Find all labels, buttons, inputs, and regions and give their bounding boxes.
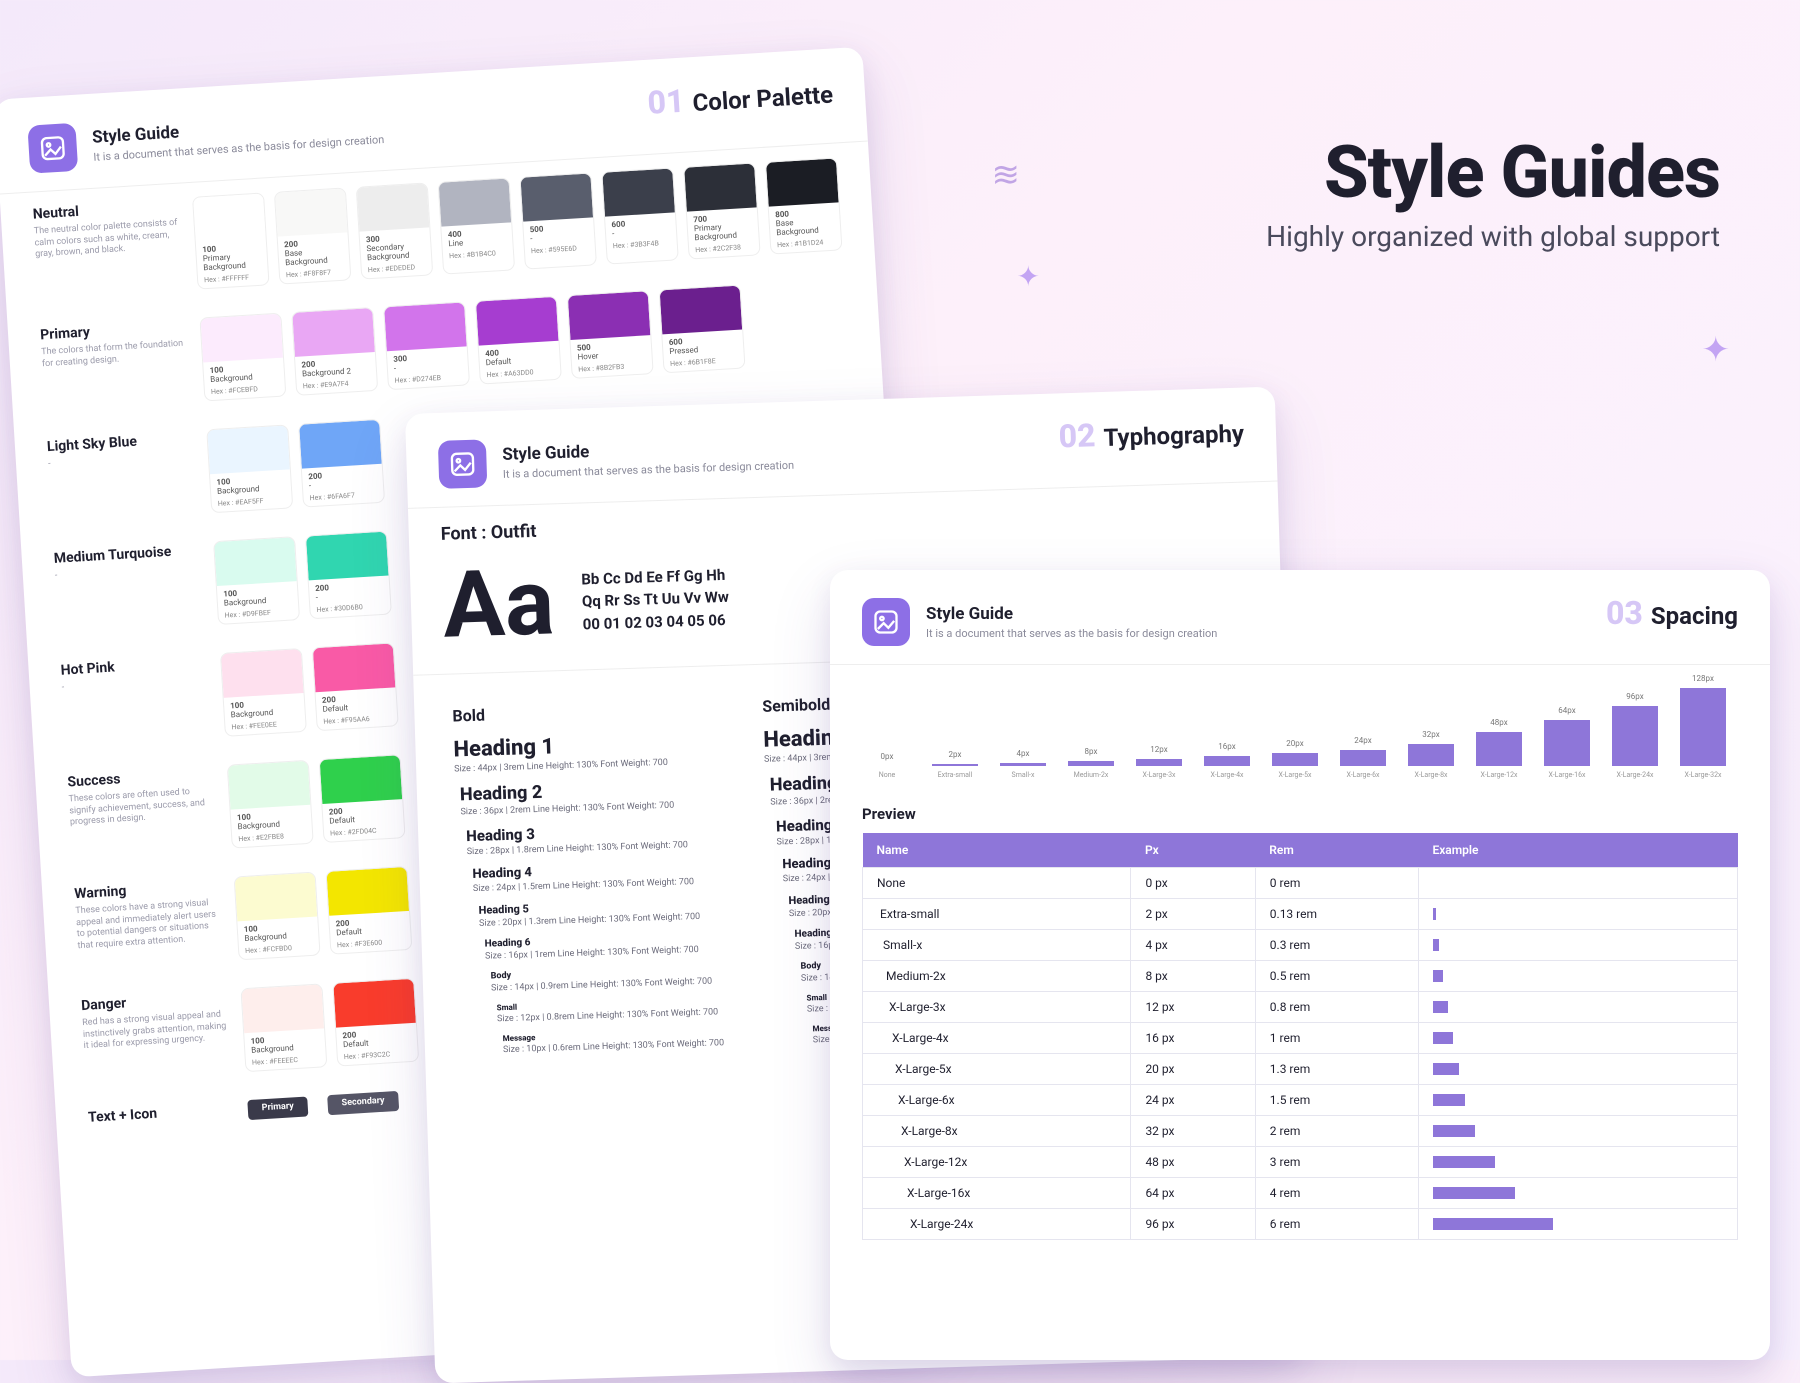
palette-desc: The colors that form the foundation for … <box>41 338 192 370</box>
spacing-bar: 96pxX-Large-24x <box>1610 692 1660 779</box>
type-scale-item: Heading 2Size : 36px | 2rem Line Height:… <box>455 776 720 817</box>
spacing-bar: 32pxX-Large-8x <box>1406 730 1456 779</box>
table-row: X-Large-16x64 px4 rem <box>863 1178 1738 1209</box>
spacing-bar: 0pxNone <box>862 752 912 779</box>
table-row: Small-x4 px0.3 rem <box>863 930 1738 961</box>
table-row: X-Large-3x12 px0.8 rem <box>863 992 1738 1023</box>
spacing-bar: 24pxX-Large-6x <box>1338 736 1388 779</box>
spacing-card: Style Guide It is a document that serves… <box>830 570 1770 1360</box>
color-swatch: 200Base BackgroundHex : #F8F8F7 <box>274 187 352 284</box>
table-row: X-Large-4x16 px1 rem <box>863 1023 1738 1054</box>
column-header: Px <box>1131 833 1255 868</box>
color-swatch: 200DefaultHex : #F3E600 <box>325 866 412 955</box>
specimen-aa: Aa <box>441 549 555 659</box>
table-row: X-Large-6x24 px1.5 rem <box>863 1085 1738 1116</box>
color-swatch: 400LineHex : #B1B4C0 <box>438 177 516 274</box>
spacing-bar: 20pxX-Large-5x <box>1270 739 1320 779</box>
spacing-table: NamePxRemExample None0 px0 remExtra-smal… <box>862 833 1738 1240</box>
page-label: Typhography <box>1103 420 1244 452</box>
spacing-bar: 48pxX-Large-12x <box>1474 718 1524 779</box>
app-icon <box>862 598 910 646</box>
column-header: Name <box>863 833 1131 868</box>
table-row: X-Large-5x20 px1.3 rem <box>863 1054 1738 1085</box>
page-label: Spacing <box>1651 602 1738 630</box>
spacing-bar: 16pxX-Large-4x <box>1202 742 1252 779</box>
color-swatch: 600-Hex : #3B3F4B <box>601 167 679 264</box>
color-swatch: 300Secondary BackgroundHex : #EDEDED <box>356 182 434 279</box>
color-swatch: 700Primary BackgroundHex : #2C2F38 <box>683 162 761 259</box>
table-row: X-Large-24x96 px6 rem <box>863 1209 1738 1240</box>
type-scale-item: MessageSize : 10px | 0.6rem Line Height:… <box>463 1027 728 1056</box>
palette-desc: These colors have a strong visual appeal… <box>75 897 228 953</box>
column-header: Example <box>1418 833 1737 868</box>
sparkle-icon: ✦ <box>1702 330 1731 370</box>
table-row: None0 px0 rem <box>863 868 1738 899</box>
tone-button: Primary <box>247 1096 308 1120</box>
table-row: Extra-small2 px0.13 rem <box>863 899 1738 930</box>
color-swatch: 200DefaultHex : #F95AA6 <box>312 642 399 731</box>
wave-decoration: ≋ <box>992 155 1021 195</box>
page-number: 03 <box>1606 594 1643 632</box>
spacing-bar: 4pxSmall-x <box>998 749 1048 779</box>
color-swatch: 100BackgroundHex : #FEEEEC <box>240 983 327 1072</box>
type-scale-item: Heading 5Size : 20px | 1.3rem Line Heigh… <box>458 896 723 929</box>
spacing-bar: 2pxExtra-small <box>930 750 980 779</box>
color-swatch: 100Primary BackgroundHex : #FFFFFF <box>192 192 270 289</box>
color-swatch: 500-Hex : #595E6D <box>519 172 597 269</box>
color-swatch: 200DefaultHex : #2FD04C <box>319 754 406 843</box>
table-row: X-Large-12x48 px3 rem <box>863 1147 1738 1178</box>
table-row: Medium-2x8 px0.5 rem <box>863 961 1738 992</box>
color-swatch: 100BackgroundHex : #FCFBD0 <box>234 872 321 961</box>
sparkle-icon: ✦ <box>1017 260 1040 293</box>
column-header: Rem <box>1255 833 1418 868</box>
color-swatch: 100BackgroundHex : #FEE0EE <box>220 648 307 737</box>
type-scale-item: SmallSize : 12px | 0.8rem Line Height: 1… <box>462 996 727 1025</box>
color-swatch: 200-Hex : #30D6B0 <box>305 531 392 620</box>
color-swatch: 100BackgroundHex : #D9FBEF <box>213 536 300 625</box>
color-swatch: 300-Hex : #D274EB <box>383 301 470 390</box>
weight-bold: Bold <box>452 698 716 725</box>
palette-desc: Red has a strong visual appeal and insti… <box>82 1009 234 1053</box>
spacing-bar: 12pxX-Large-3x <box>1134 745 1184 779</box>
type-scale-item: Heading 4Size : 24px | 1.5rem Line Heigh… <box>457 859 722 894</box>
type-scale-item: BodySize : 14px | 0.9rem Line Height: 13… <box>461 964 726 994</box>
tone-button: Secondary <box>327 1091 399 1115</box>
color-swatch: 400DefaultHex : #A63DD0 <box>475 296 562 385</box>
page-number: 01 <box>646 82 685 122</box>
palette-label: Text + Icon <box>88 1101 239 1126</box>
color-swatch: 600PressedHex : #6B1F8E <box>659 285 746 374</box>
hero-subtitle: Highly organized with global support <box>1266 220 1720 253</box>
palette-row: NeutralThe neutral color palette consist… <box>32 157 842 299</box>
type-scale-item: Heading 1Size : 44px | 3rem Line Height:… <box>453 729 718 774</box>
palette-desc: The neutral color palette consists of ca… <box>34 217 186 261</box>
color-swatch: 500HoverHex : #8B2FB3 <box>567 290 654 379</box>
table-row: X-Large-8x32 px2 rem <box>863 1116 1738 1147</box>
page-label: Color Palette <box>692 81 834 118</box>
palette-desc: These colors are often used to signify a… <box>68 785 220 829</box>
app-icon <box>438 439 487 488</box>
spacing-bar: 64pxX-Large-16x <box>1542 706 1592 779</box>
card-desc: It is a document that serves as the basi… <box>926 627 1217 640</box>
card-title: Style Guide <box>926 604 1217 624</box>
color-swatch: 200Background 2Hex : #E9A7F4 <box>291 307 378 396</box>
alphabet-specimen: Bb Cc Dd Ee Ff Gg Hh Qq Rr Ss Tt Uu Vv W… <box>581 564 730 636</box>
spacing-bar: 128pxX-Large-32x <box>1678 674 1728 779</box>
color-swatch: 100BackgroundHex : #E2FBE8 <box>227 760 314 849</box>
spacing-bar: 8pxMedium-2x <box>1066 747 1116 779</box>
color-swatch: 200DefaultHex : #F93C2C <box>332 978 419 1067</box>
color-swatch: 100BackgroundHex : #EAF5FF <box>206 424 293 513</box>
color-swatch: 800Base BackgroundHex : #1B1D24 <box>765 157 843 254</box>
color-swatch: 100BackgroundHex : #FCEBFD <box>199 313 286 402</box>
palette-row: PrimaryThe colors that form the foundati… <box>40 278 850 411</box>
hero-title: Style Guides <box>1324 130 1720 215</box>
type-scale-item: Heading 6Size : 16px | 1rem Line Height:… <box>460 931 725 962</box>
type-scale-item: Heading 3Size : 28px | 1.8rem Line Heigh… <box>456 819 721 857</box>
app-icon <box>27 123 78 174</box>
color-swatch: 200-Hex : #6FA6F7 <box>298 419 385 508</box>
preview-heading: Preview <box>862 805 1738 823</box>
page-number: 02 <box>1058 416 1096 455</box>
